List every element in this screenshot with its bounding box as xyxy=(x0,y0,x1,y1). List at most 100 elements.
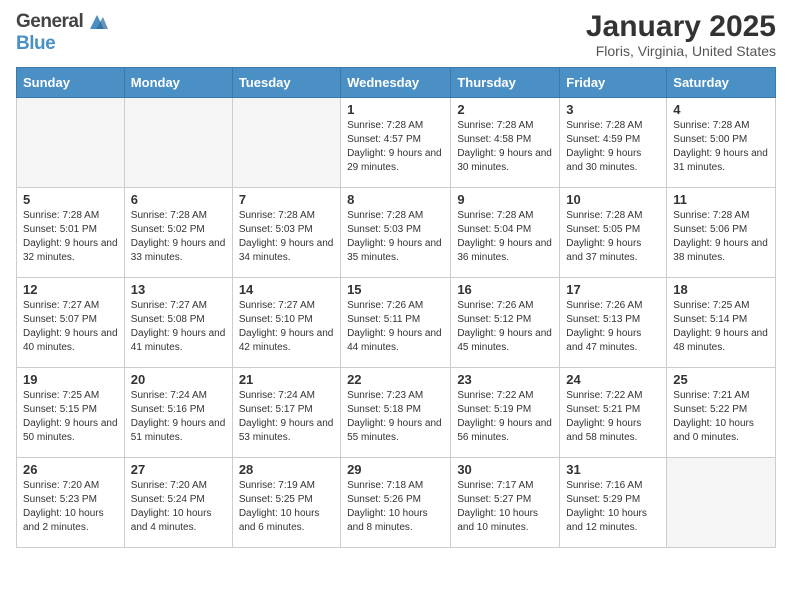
logo: General Blue xyxy=(16,10,108,55)
day-number: 2 xyxy=(457,102,553,117)
day-number: 26 xyxy=(23,462,118,477)
day-number: 9 xyxy=(457,192,553,207)
day-number: 22 xyxy=(347,372,444,387)
weekday-header-tuesday: Tuesday xyxy=(232,68,340,98)
calendar-cell: 12 Sunrise: 7:27 AM Sunset: 5:07 PM Dayli… xyxy=(17,278,125,368)
day-info: Sunrise: 7:28 AM Sunset: 4:58 PM Dayligh… xyxy=(457,119,553,175)
day-info: Sunrise: 7:25 AM Sunset: 5:15 PM Dayligh… xyxy=(23,389,118,445)
day-number: 8 xyxy=(347,192,444,207)
calendar-title: January 2025 xyxy=(586,10,776,43)
weekday-header-wednesday: Wednesday xyxy=(341,68,451,98)
page: General Blue January 2025 Floris, Virgin… xyxy=(0,0,792,564)
calendar-cell: 4 Sunrise: 7:28 AM Sunset: 5:00 PM Daylig… xyxy=(667,98,776,188)
calendar-cell: 16Sunrise: 7:26 AM Sunset: 5:12 PM Dayli… xyxy=(451,278,560,368)
day-number: 15 xyxy=(347,282,444,297)
day-info: Sunrise: 7:27 AM Sunset: 5:10 PM Dayligh… xyxy=(239,299,334,355)
title-block: January 2025 Floris, Virginia, United St… xyxy=(586,10,776,59)
day-number: 3 xyxy=(566,102,660,117)
day-info: Sunrise: 7:21 AM Sunset: 5:22 PM Dayligh… xyxy=(673,389,769,445)
weekday-header-thursday: Thursday xyxy=(451,68,560,98)
calendar-header-row: SundayMondayTuesdayWednesdayThursdayFrid… xyxy=(17,68,776,98)
day-info: Sunrise: 7:23 AM Sunset: 5:18 PM Dayligh… xyxy=(347,389,444,445)
calendar-cell: 26 Sunrise: 7:20 AM Sunset: 5:23 PM Dayli… xyxy=(17,458,125,548)
calendar-cell: 7Sunrise: 7:28 AM Sunset: 5:03 PM Daylig… xyxy=(232,188,340,278)
calendar-cell: 25 Sunrise: 7:21 AM Sunset: 5:22 PM Dayli… xyxy=(667,368,776,458)
header: General Blue January 2025 Floris, Virgin… xyxy=(16,10,776,59)
day-info: Sunrise: 7:18 AM Sunset: 5:26 PM Dayligh… xyxy=(347,479,444,535)
weekday-header-saturday: Saturday xyxy=(667,68,776,98)
day-info: Sunrise: 7:20 AM Sunset: 5:23 PM Dayligh… xyxy=(23,479,118,535)
calendar-cell: 29 Sunrise: 7:18 AM Sunset: 5:26 PM Dayli… xyxy=(341,458,451,548)
calendar-week-row: 19 Sunrise: 7:25 AM Sunset: 5:15 PM Dayli… xyxy=(17,368,776,458)
calendar-cell: 27Sunrise: 7:20 AM Sunset: 5:24 PM Dayli… xyxy=(124,458,232,548)
day-info: Sunrise: 7:22 AM Sunset: 5:19 PM Dayligh… xyxy=(457,389,553,445)
calendar-cell: 9Sunrise: 7:28 AM Sunset: 5:04 PM Daylig… xyxy=(451,188,560,278)
calendar-cell: 10 Sunrise: 7:28 AM Sunset: 5:05 PM Dayli… xyxy=(560,188,667,278)
calendar-cell: 18Sunrise: 7:25 AM Sunset: 5:14 PM Dayli… xyxy=(667,278,776,368)
calendar-week-row: 26 Sunrise: 7:20 AM Sunset: 5:23 PM Dayli… xyxy=(17,458,776,548)
day-number: 5 xyxy=(23,192,118,207)
calendar-week-row: 1 Sunrise: 7:28 AM Sunset: 4:57 PM Daylig… xyxy=(17,98,776,188)
logo-top: General xyxy=(16,10,108,33)
calendar-cell: 2 Sunrise: 7:28 AM Sunset: 4:58 PM Daylig… xyxy=(451,98,560,188)
logo-blue-text: Blue xyxy=(16,33,55,55)
calendar-cell: 1 Sunrise: 7:28 AM Sunset: 4:57 PM Daylig… xyxy=(341,98,451,188)
day-number: 29 xyxy=(347,462,444,477)
calendar-cell: 17 Sunrise: 7:26 AM Sunset: 5:13 PM Dayli… xyxy=(560,278,667,368)
calendar-cell: 8 Sunrise: 7:28 AM Sunset: 5:03 PM Daylig… xyxy=(341,188,451,278)
calendar-cell: 6Sunrise: 7:28 AM Sunset: 5:02 PM Daylig… xyxy=(124,188,232,278)
calendar-cell xyxy=(17,98,125,188)
day-number: 19 xyxy=(23,372,118,387)
calendar-cell: 15 Sunrise: 7:26 AM Sunset: 5:11 PM Dayli… xyxy=(341,278,451,368)
day-info: Sunrise: 7:22 AM Sunset: 5:21 PM Dayligh… xyxy=(566,389,660,445)
day-info: Sunrise: 7:26 AM Sunset: 5:13 PM Dayligh… xyxy=(566,299,660,355)
calendar-subtitle: Floris, Virginia, United States xyxy=(586,43,776,59)
day-number: 28 xyxy=(239,462,334,477)
day-number: 10 xyxy=(566,192,660,207)
day-number: 25 xyxy=(673,372,769,387)
calendar-cell: 20Sunrise: 7:24 AM Sunset: 5:16 PM Dayli… xyxy=(124,368,232,458)
day-info: Sunrise: 7:25 AM Sunset: 5:14 PM Dayligh… xyxy=(673,299,769,355)
calendar-cell: 5 Sunrise: 7:28 AM Sunset: 5:01 PM Daylig… xyxy=(17,188,125,278)
day-number: 21 xyxy=(239,372,334,387)
logo-bottom: Blue xyxy=(16,33,55,55)
calendar-cell: 24 Sunrise: 7:22 AM Sunset: 5:21 PM Dayli… xyxy=(560,368,667,458)
day-info: Sunrise: 7:17 AM Sunset: 5:27 PM Dayligh… xyxy=(457,479,553,535)
calendar-cell xyxy=(124,98,232,188)
calendar-cell xyxy=(667,458,776,548)
day-number: 30 xyxy=(457,462,553,477)
day-info: Sunrise: 7:28 AM Sunset: 5:06 PM Dayligh… xyxy=(673,209,769,265)
day-info: Sunrise: 7:28 AM Sunset: 4:57 PM Dayligh… xyxy=(347,119,444,175)
calendar-cell: 3 Sunrise: 7:28 AM Sunset: 4:59 PM Daylig… xyxy=(560,98,667,188)
weekday-header-sunday: Sunday xyxy=(17,68,125,98)
day-number: 17 xyxy=(566,282,660,297)
day-number: 24 xyxy=(566,372,660,387)
logo-general-text: General xyxy=(16,11,83,33)
day-number: 1 xyxy=(347,102,444,117)
day-info: Sunrise: 7:26 AM Sunset: 5:11 PM Dayligh… xyxy=(347,299,444,355)
calendar-cell: 21Sunrise: 7:24 AM Sunset: 5:17 PM Dayli… xyxy=(232,368,340,458)
day-info: Sunrise: 7:28 AM Sunset: 5:01 PM Dayligh… xyxy=(23,209,118,265)
day-info: Sunrise: 7:27 AM Sunset: 5:08 PM Dayligh… xyxy=(131,299,226,355)
calendar-cell: 11Sunrise: 7:28 AM Sunset: 5:06 PM Dayli… xyxy=(667,188,776,278)
day-info: Sunrise: 7:28 AM Sunset: 5:03 PM Dayligh… xyxy=(347,209,444,265)
day-number: 27 xyxy=(131,462,226,477)
day-info: Sunrise: 7:28 AM Sunset: 4:59 PM Dayligh… xyxy=(566,119,660,175)
day-info: Sunrise: 7:28 AM Sunset: 5:05 PM Dayligh… xyxy=(566,209,660,265)
calendar-cell: 30 Sunrise: 7:17 AM Sunset: 5:27 PM Dayli… xyxy=(451,458,560,548)
calendar-table: SundayMondayTuesdayWednesdayThursdayFrid… xyxy=(16,67,776,548)
day-number: 7 xyxy=(239,192,334,207)
day-number: 20 xyxy=(131,372,226,387)
day-info: Sunrise: 7:28 AM Sunset: 5:00 PM Dayligh… xyxy=(673,119,769,175)
day-info: Sunrise: 7:16 AM Sunset: 5:29 PM Dayligh… xyxy=(566,479,660,535)
calendar-cell: 13Sunrise: 7:27 AM Sunset: 5:08 PM Dayli… xyxy=(124,278,232,368)
logo-icon xyxy=(86,11,108,33)
calendar-cell: 14Sunrise: 7:27 AM Sunset: 5:10 PM Dayli… xyxy=(232,278,340,368)
day-number: 6 xyxy=(131,192,226,207)
day-number: 12 xyxy=(23,282,118,297)
calendar-cell: 19 Sunrise: 7:25 AM Sunset: 5:15 PM Dayli… xyxy=(17,368,125,458)
day-number: 31 xyxy=(566,462,660,477)
day-number: 16 xyxy=(457,282,553,297)
day-info: Sunrise: 7:27 AM Sunset: 5:07 PM Dayligh… xyxy=(23,299,118,355)
day-number: 4 xyxy=(673,102,769,117)
